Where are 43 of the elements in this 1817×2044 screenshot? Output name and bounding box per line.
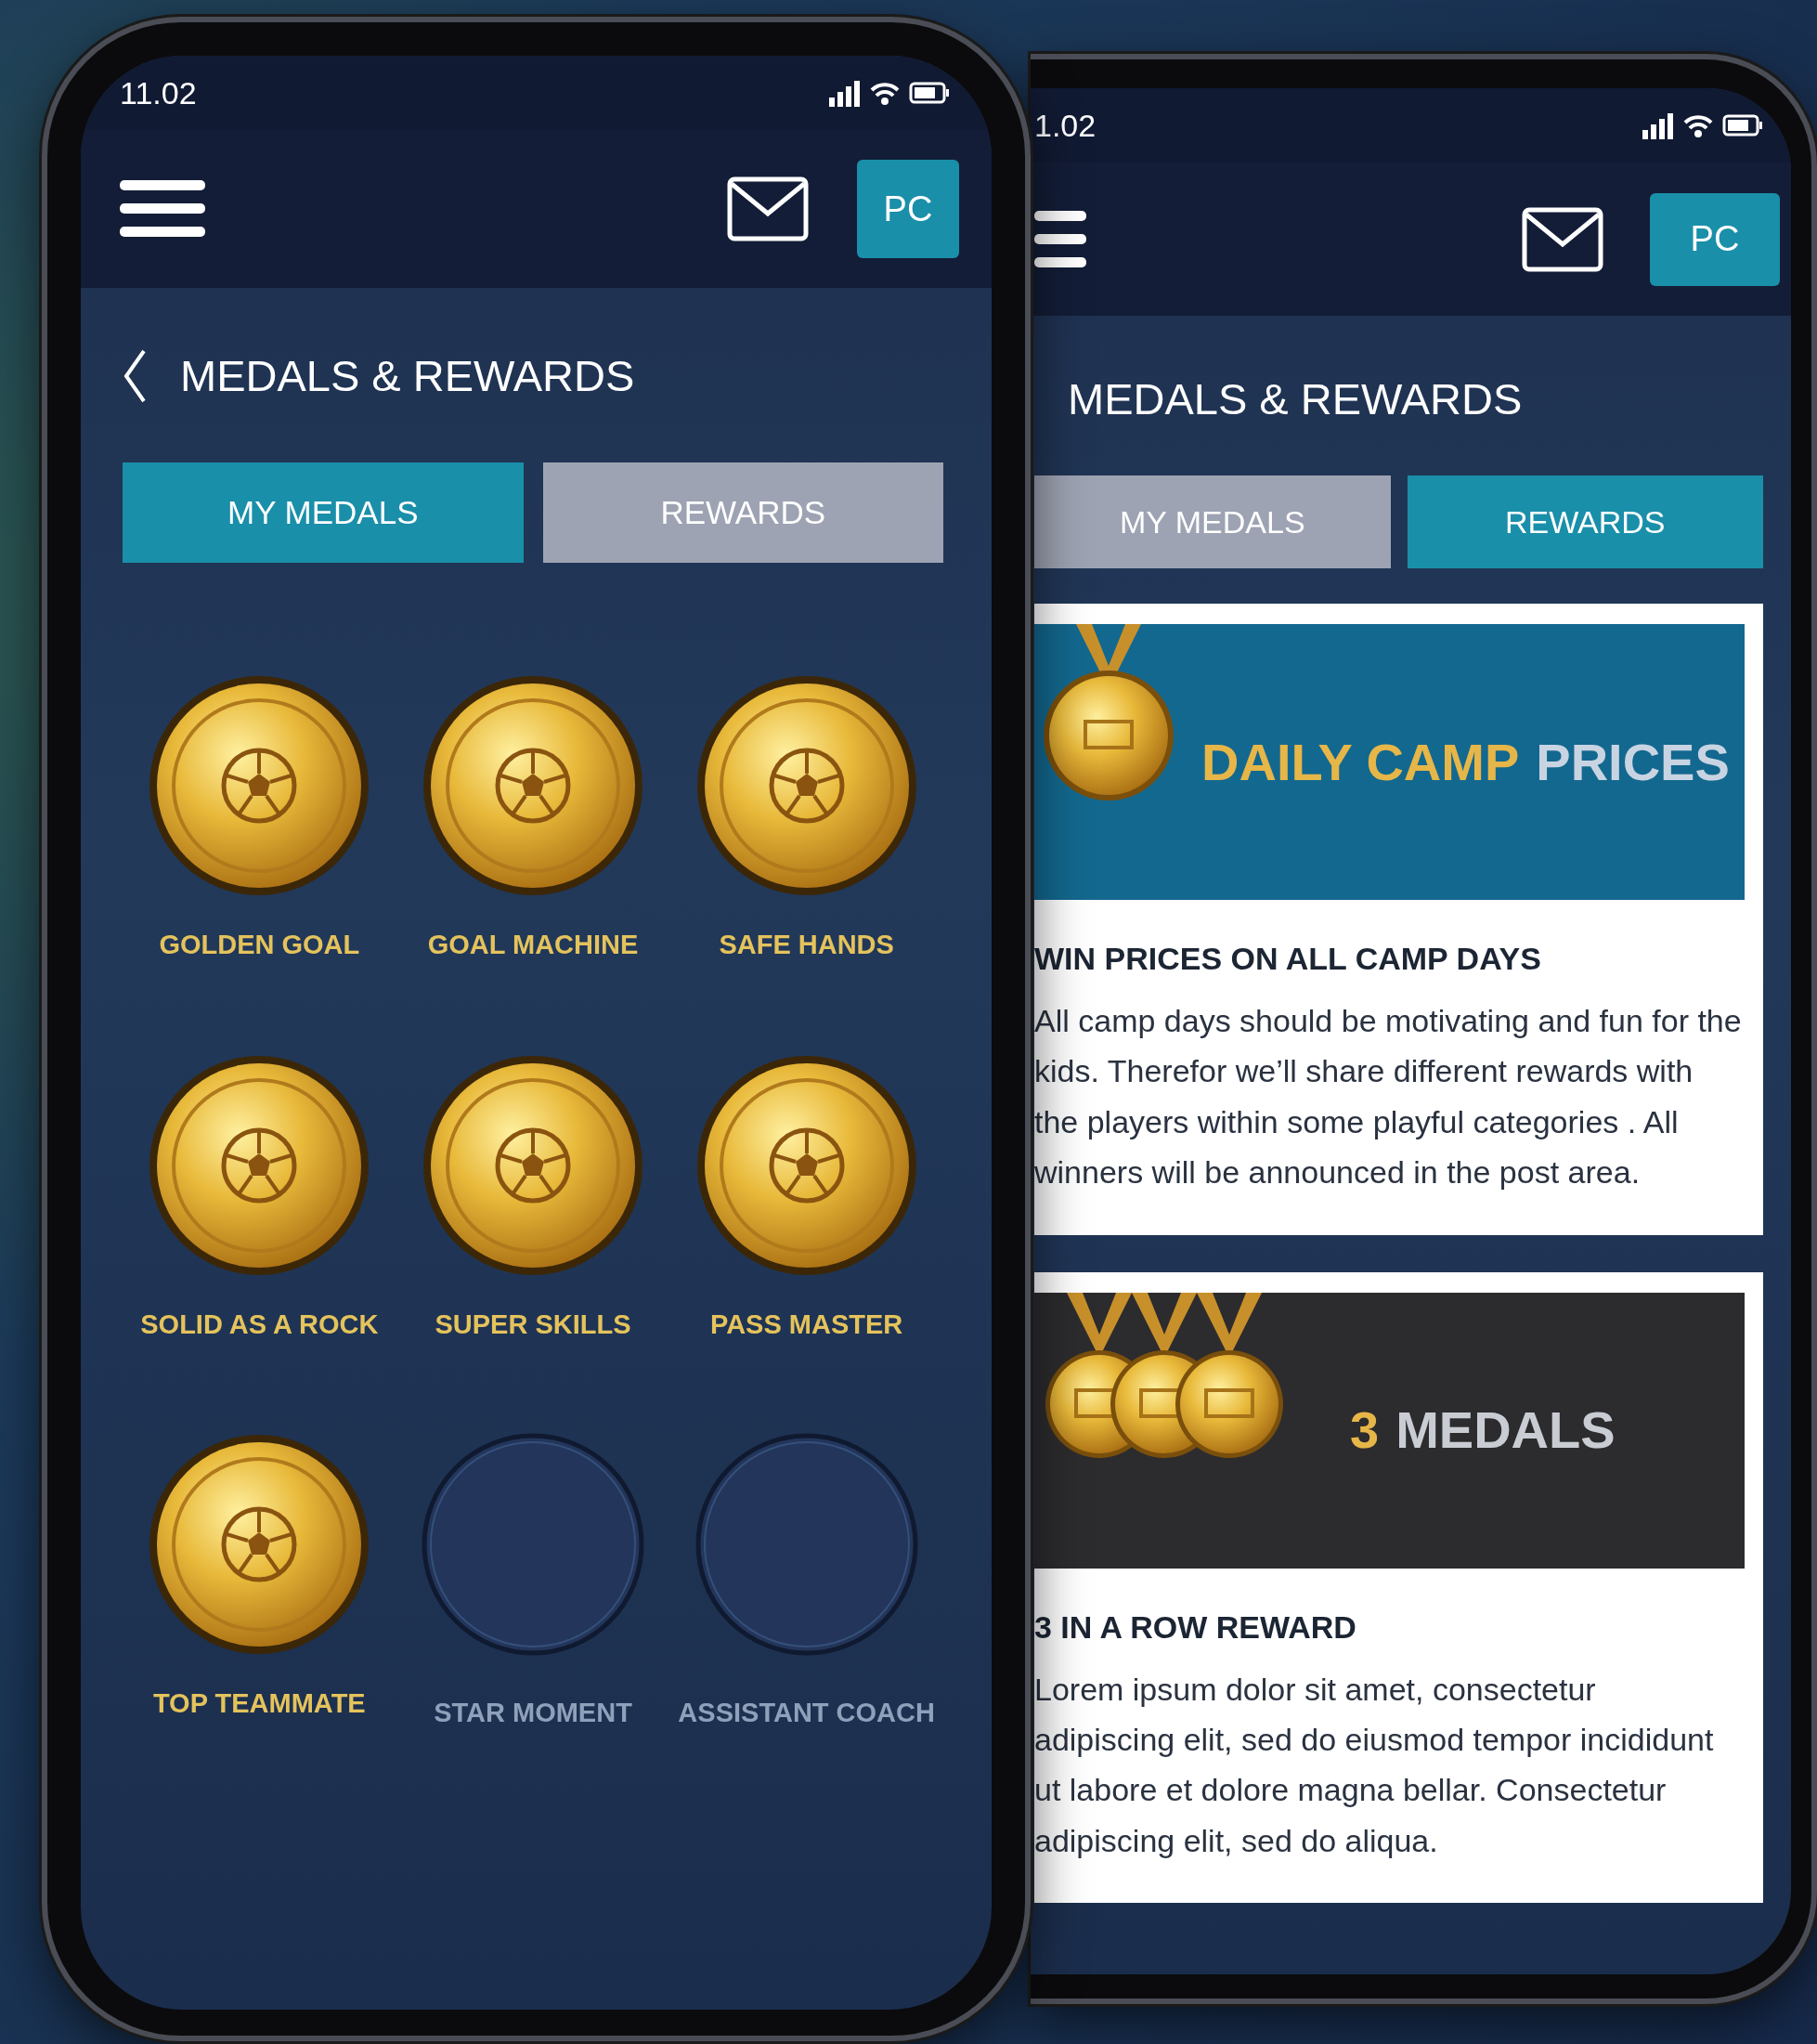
medal-icon[interactable]: [422, 1053, 644, 1277]
medal-icon[interactable]: [422, 674, 644, 897]
reward-description: All camp days should be motivating and fun for the kids. Therefor we’ll share different rewards with the players within some playful categories . All winners will be announced in the post area.: [1034, 1002, 1743, 1192]
status-time: 1.02: [1034, 106, 1097, 145]
tab[interactable]: MY MEDALS: [123, 462, 524, 563]
mail-icon[interactable]: [1522, 206, 1603, 272]
medal-icon[interactable]: [148, 674, 371, 897]
banner-title: MEDALS: [1395, 1400, 1616, 1462]
reward-description: Lorem ipsum dolor sit amet, consectetur adipiscing elit, sed do eiusmod tempor incididunt ut labore et dolore magna bellar. Consectetur adipiscing elit, sed do aliqua.: [1034, 1670, 1715, 1860]
medal-label: SAFE HANDS: [719, 929, 894, 961]
reward-heading: WIN PRICES ON ALL CAMP DAYS: [1034, 940, 1542, 978]
avatar-badge[interactable]: PC: [857, 160, 959, 258]
medal-label: GOLDEN GOAL: [159, 929, 360, 961]
battery-icon: [909, 82, 950, 104]
medal-label: STAR MOMENT: [434, 1697, 632, 1729]
medal-icon[interactable]: [148, 1053, 371, 1277]
medal-label: GOAL MACHINE: [427, 929, 639, 961]
wifi-icon: [1683, 113, 1713, 137]
battery-icon: [1722, 114, 1763, 137]
wifi-icon: [870, 81, 900, 105]
medal-icon[interactable]: [694, 1053, 918, 1277]
signal-icon: [829, 79, 861, 107]
reward-heading: 3 IN A ROW REWARD: [1034, 1608, 1357, 1647]
medal-icon[interactable]: [694, 674, 918, 897]
banner-title: PRICES: [1536, 731, 1730, 793]
banner-title: DAILY CAMP: [1201, 731, 1520, 793]
tab[interactable]: REWARDS: [542, 462, 943, 563]
tab[interactable]: REWARDS: [1407, 475, 1763, 568]
back-chevron-icon[interactable]: [123, 348, 147, 404]
medal-label: ASSISTANT COACH: [678, 1697, 935, 1729]
status-time: 11.02: [120, 73, 197, 112]
medal-label: SOLID AS A ROCK: [140, 1308, 379, 1341]
medal-icon[interactable]: [148, 1433, 371, 1656]
avatar-badge[interactable]: PC: [1650, 192, 1780, 286]
signal-icon: [1642, 111, 1674, 139]
page-title: MEDALS & REWARDS: [1068, 372, 1523, 425]
mail-icon[interactable]: [727, 176, 809, 241]
medal-label: TOP TEAMMATE: [152, 1687, 366, 1720]
tab[interactable]: MY MEDALS: [1034, 475, 1391, 568]
page-title: MEDALS & REWARDS: [180, 349, 635, 402]
medal-label: PASS MASTER: [710, 1308, 903, 1341]
medal-label: SUPER SKILLS: [435, 1308, 631, 1341]
banner-title: 3: [1350, 1400, 1380, 1462]
